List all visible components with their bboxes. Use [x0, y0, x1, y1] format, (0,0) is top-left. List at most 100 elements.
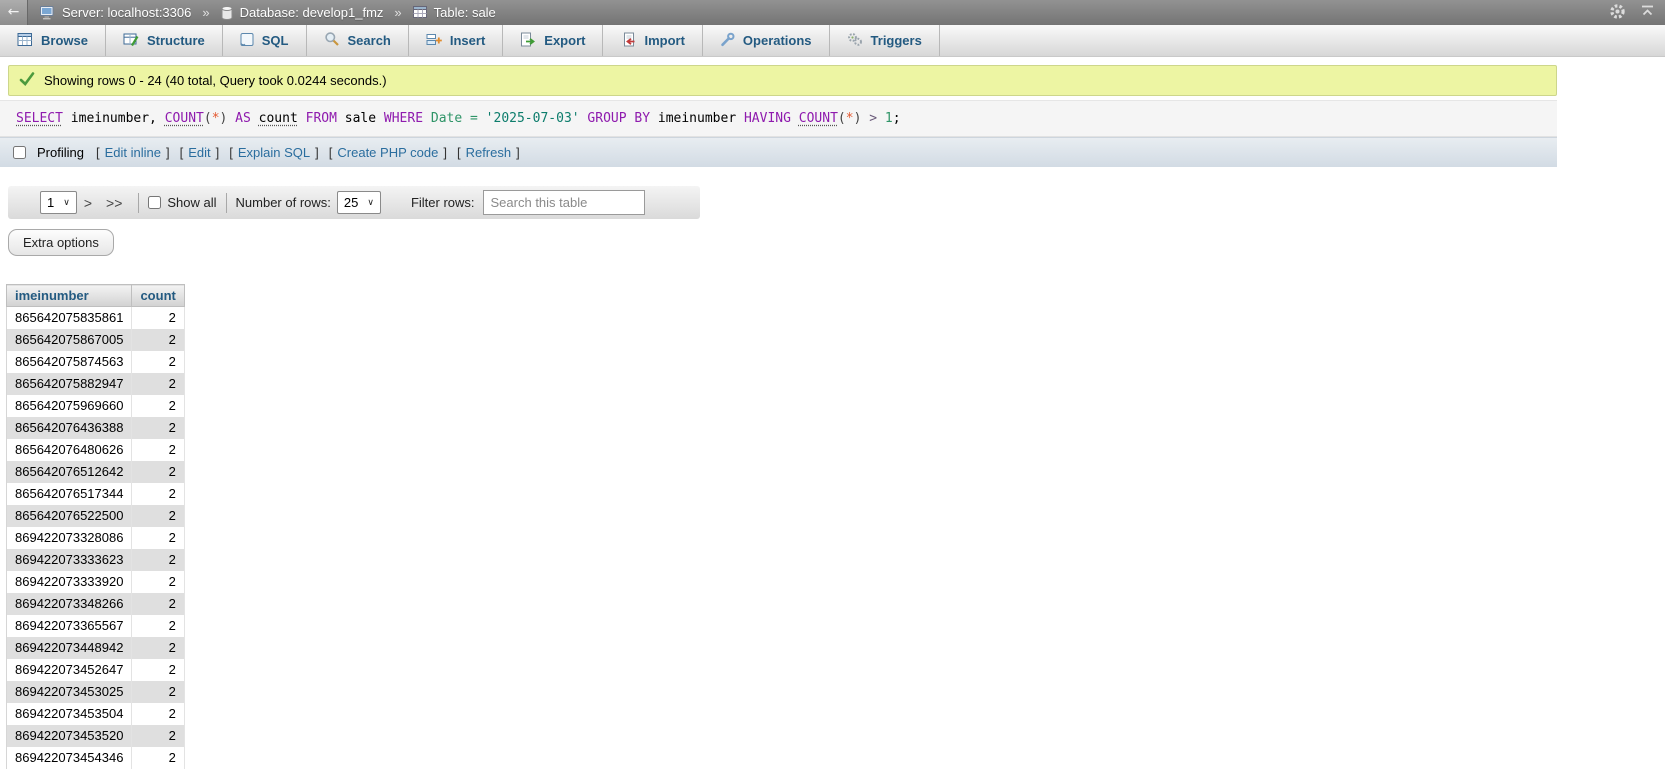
- back-arrow-icon: ←: [8, 4, 20, 20]
- cell-count: 2: [132, 747, 184, 769]
- sql-token: COUNT: [165, 111, 204, 126]
- tab-label: Triggers: [871, 33, 922, 48]
- settings-gear-icon[interactable]: [1609, 3, 1626, 23]
- bracket: [: [96, 145, 100, 160]
- cell-imeinumber: 869422073333623: [7, 549, 132, 571]
- tab-export[interactable]: Export: [503, 25, 603, 56]
- breadcrumb-server-link[interactable]: Server: localhost:3306: [62, 5, 191, 20]
- export-icon: [520, 32, 536, 50]
- extra-options-button[interactable]: Extra options: [8, 229, 114, 256]
- table-row: 8656420765225002: [7, 505, 185, 527]
- breadcrumb-database-link[interactable]: Database: develop1_fmz: [240, 5, 384, 20]
- rows-select-value: 25: [344, 195, 358, 210]
- cell-imeinumber: 865642076480626: [7, 439, 132, 461]
- tab-label: Browse: [41, 33, 88, 48]
- pagination-bar: 1 ∨ > >> Show all Number of rows: 25 ∨ F…: [8, 186, 700, 219]
- cell-count: 2: [132, 417, 184, 439]
- cell-count: 2: [132, 395, 184, 417]
- cell-count: 2: [132, 725, 184, 747]
- bracket: ]: [443, 145, 447, 160]
- tab-insert[interactable]: Insert: [409, 25, 503, 56]
- search-magnifier-icon: [324, 31, 340, 50]
- tab-browse[interactable]: Browse: [0, 25, 106, 56]
- results-table: imeinumber count 86564207583586128656420…: [6, 284, 185, 769]
- topbar-actions: [1609, 3, 1655, 23]
- cell-imeinumber: 865642075835861: [7, 307, 132, 329]
- tab-label: Export: [544, 33, 585, 48]
- sql-token: COUNT: [799, 111, 838, 126]
- cell-imeinumber: 869422073453520: [7, 725, 132, 747]
- show-all-checkbox[interactable]: [148, 196, 161, 209]
- tab-search[interactable]: Search: [307, 25, 409, 56]
- bracket: [: [180, 145, 184, 160]
- cell-imeinumber: 869422073453025: [7, 681, 132, 703]
- bracket: [: [329, 145, 333, 160]
- table-row: 8694220733336232: [7, 549, 185, 571]
- tab-sql[interactable]: SQL: [223, 25, 307, 56]
- cell-count: 2: [132, 329, 184, 351]
- sql-token: [227, 111, 235, 126]
- bracket: [: [457, 145, 461, 160]
- sql-token: 1: [885, 111, 893, 126]
- column-header-imeinumber[interactable]: imeinumber: [7, 285, 132, 307]
- sql-token: [423, 111, 431, 126]
- cell-count: 2: [132, 681, 184, 703]
- tab-import[interactable]: Import: [603, 25, 702, 56]
- tab-structure[interactable]: Structure: [106, 25, 223, 56]
- table-row: 8656420758745632: [7, 351, 185, 373]
- tab-triggers[interactable]: Triggers: [830, 25, 940, 56]
- collapse-top-icon[interactable]: [1640, 4, 1655, 21]
- cell-imeinumber: 869422073365567: [7, 615, 132, 637]
- cell-imeinumber: 869422073453504: [7, 703, 132, 725]
- query-link-explain-sql[interactable]: Explain SQL: [238, 145, 310, 160]
- bracket: ]: [315, 145, 319, 160]
- sql-token: [791, 111, 799, 126]
- bracket: [: [229, 145, 233, 160]
- profiling-checkbox[interactable]: [13, 146, 26, 159]
- query-link-refresh[interactable]: Refresh: [466, 145, 512, 160]
- tab-label: Structure: [147, 33, 205, 48]
- sql-token: GROUP BY: [587, 111, 650, 126]
- table-filter-input[interactable]: [483, 190, 645, 215]
- query-link-create-php-code[interactable]: Create PHP code: [337, 145, 438, 160]
- table-row: 8656420765126422: [7, 461, 185, 483]
- table-row: 8694220733339202: [7, 571, 185, 593]
- cell-imeinumber: 869422073448942: [7, 637, 132, 659]
- breadcrumb-table-link[interactable]: Table: sale: [434, 5, 496, 20]
- sql-token: AS: [235, 111, 251, 126]
- sql-token: (: [204, 111, 212, 126]
- next-page-button[interactable]: >: [77, 195, 99, 211]
- divider: [138, 193, 139, 213]
- sql-token: '2025-07-03': [486, 111, 580, 126]
- cell-imeinumber: 869422073348266: [7, 593, 132, 615]
- cell-imeinumber: 865642076436388: [7, 417, 132, 439]
- cell-imeinumber: 869422073452647: [7, 659, 132, 681]
- table-icon: [413, 6, 427, 19]
- sql-file-icon: [240, 32, 254, 50]
- column-header-count[interactable]: count: [132, 285, 184, 307]
- page-select[interactable]: 1 ∨: [40, 191, 77, 214]
- cell-count: 2: [132, 659, 184, 681]
- table-row: 8694220734543462: [7, 747, 185, 769]
- cell-imeinumber: 865642075874563: [7, 351, 132, 373]
- table-row: 8656420758670052: [7, 329, 185, 351]
- triggers-icon: [847, 32, 863, 50]
- cell-count: 2: [132, 637, 184, 659]
- bracket: ]: [216, 145, 220, 160]
- tab-operations[interactable]: Operations: [703, 25, 830, 56]
- query-link-edit-inline[interactable]: Edit inline: [105, 145, 161, 160]
- cell-imeinumber: 869422073333920: [7, 571, 132, 593]
- number-of-rows-select[interactable]: 25 ∨: [337, 191, 381, 214]
- back-button[interactable]: ←: [0, 0, 28, 25]
- last-page-button[interactable]: >>: [99, 195, 129, 211]
- profiling-label: Profiling: [37, 145, 84, 160]
- filter-rows-label: Filter rows:: [411, 195, 475, 210]
- tab-bar: Browse Structure SQL Search Insert Expor…: [0, 25, 1665, 57]
- page-select-value: 1: [47, 195, 54, 210]
- query-link-edit[interactable]: Edit: [188, 145, 210, 160]
- sql-token: =: [470, 111, 478, 126]
- divider: [226, 193, 227, 213]
- table-row: 8694220734535042: [7, 703, 185, 725]
- sql-token: sale: [337, 111, 384, 126]
- cell-count: 2: [132, 615, 184, 637]
